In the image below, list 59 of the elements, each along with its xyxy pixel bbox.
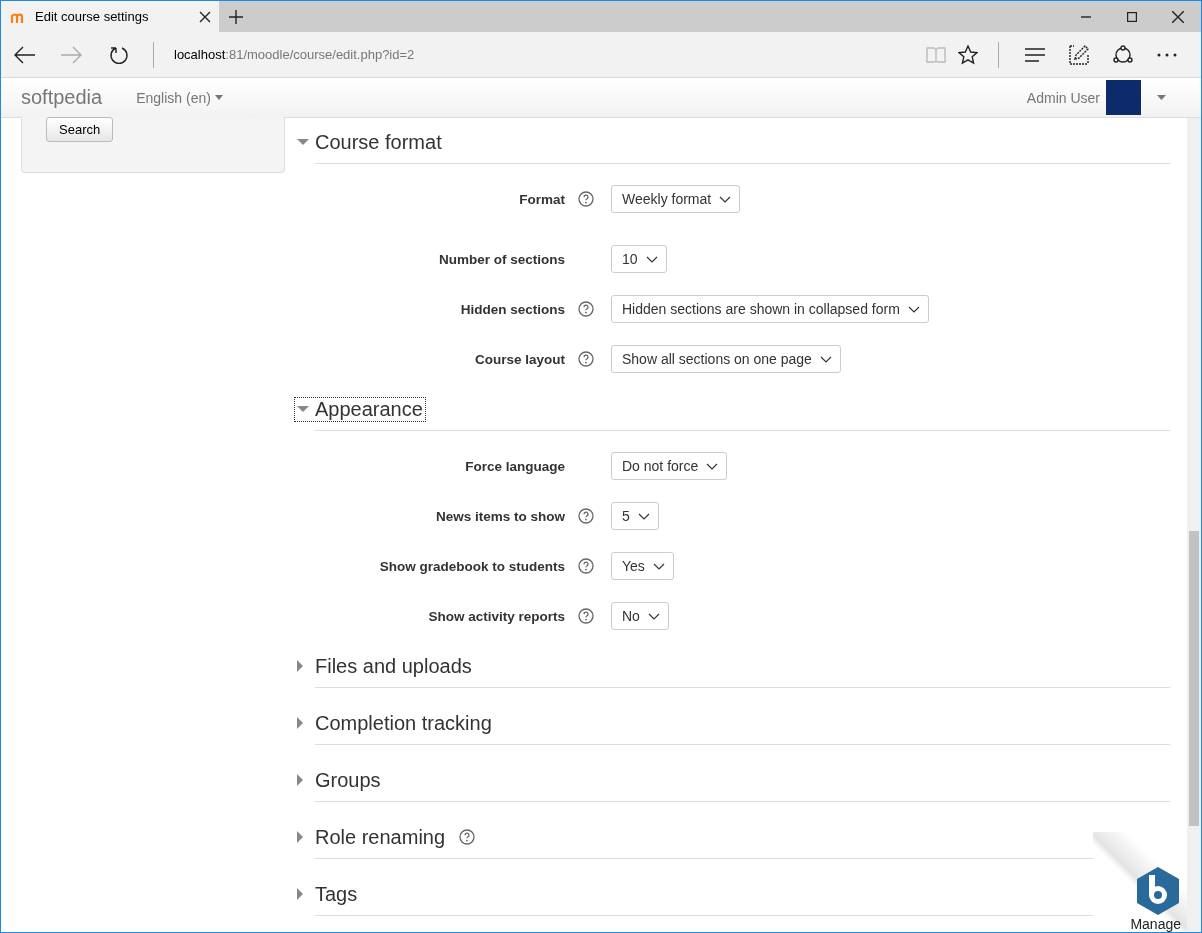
tab-title: Edit course settings [35, 9, 150, 24]
caret-down-icon [297, 138, 309, 146]
help-icon[interactable] [459, 829, 476, 845]
field-label: Course layout [474, 351, 565, 367]
browser-tab[interactable]: Edit course settings [1, 1, 219, 32]
manage-badge[interactable]: Manage [1093, 832, 1187, 932]
section-toggle[interactable]: Completion tracking [295, 711, 494, 735]
help-icon[interactable] [578, 558, 594, 574]
help-icon[interactable] [578, 508, 594, 524]
chevron-down-icon [647, 612, 660, 620]
scrollbar[interactable] [1187, 118, 1201, 932]
field-label: Show gradebook to students [379, 558, 565, 574]
field-label: Force language [465, 458, 565, 474]
site-brand[interactable]: softpedia [21, 86, 103, 109]
field-label: Format [519, 191, 565, 207]
chevron-down-icon [907, 305, 920, 313]
select-field[interactable]: Do not force [611, 452, 728, 480]
back-icon[interactable] [13, 45, 37, 64]
section-toggle[interactable]: Course format [295, 130, 444, 154]
section-toggle[interactable]: Groups [295, 768, 383, 792]
user-name[interactable]: Admin User [1026, 89, 1100, 106]
caret-down-icon [214, 95, 223, 100]
section-toggle[interactable]: Appearance [295, 397, 425, 421]
help-icon[interactable] [578, 351, 594, 367]
caret-right-icon [297, 831, 304, 843]
caret-right-icon [297, 717, 304, 729]
chevron-down-icon [645, 255, 658, 263]
select-field[interactable]: Show all sections on one page [611, 345, 841, 373]
section-toggle[interactable]: Tags [295, 882, 360, 906]
chevron-down-icon [819, 355, 832, 363]
caret-right-icon [297, 660, 304, 672]
field-label: Show activity reports [428, 608, 565, 624]
select-field[interactable]: 10 [611, 245, 667, 273]
hexagon-logo-icon [1135, 866, 1181, 916]
chevron-down-icon [637, 512, 650, 520]
chevron-down-icon [719, 195, 732, 203]
search-button[interactable]: Search [46, 117, 114, 142]
caret-right-icon [297, 888, 304, 900]
refresh-icon[interactable] [107, 44, 131, 65]
field-label: Hidden sections [460, 301, 565, 317]
section-toggle[interactable]: Role renaming [295, 825, 448, 849]
select-field[interactable]: 5 [611, 502, 659, 530]
help-icon[interactable] [578, 191, 594, 207]
select-field[interactable]: Hidden sections are shown in collapsed form [611, 295, 929, 323]
language-menu[interactable]: English (en) [136, 89, 223, 106]
select-field[interactable]: Weekly format [611, 185, 741, 213]
chevron-down-icon [706, 462, 719, 470]
help-icon[interactable] [578, 608, 594, 624]
field-label: News items to show [435, 508, 565, 524]
caret-right-icon [297, 774, 304, 786]
chevron-down-icon [652, 562, 665, 570]
caret-down-icon [297, 405, 309, 413]
help-icon[interactable] [578, 301, 594, 317]
close-tab-icon[interactable] [199, 10, 211, 23]
field-label: Number of sections [438, 251, 565, 267]
section-toggle[interactable]: Files and uploads [295, 654, 474, 678]
select-field[interactable]: No [611, 602, 669, 630]
select-field[interactable]: Yes [611, 552, 674, 580]
address-field[interactable]: localhost:81/moodle/course/edit.php?id=2 [160, 47, 415, 62]
